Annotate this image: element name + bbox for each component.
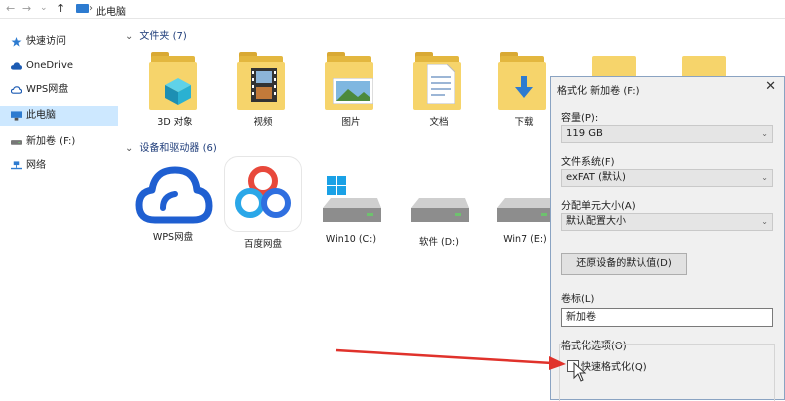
folder-icon xyxy=(413,50,465,110)
device-label: 软件 (D:) xyxy=(419,237,459,248)
sidebar-item-onedrive[interactable]: OneDrive xyxy=(0,56,118,76)
file-system-select[interactable]: exFAT (默认) ⌄ xyxy=(561,169,773,187)
volume-label-input[interactable]: 新加卷 xyxy=(561,308,773,327)
folder-icon xyxy=(498,50,550,110)
sidebar-item-label: 此电脑 xyxy=(26,110,56,121)
chevron-down-icon: ⌄ xyxy=(125,31,134,42)
sidebar-item-wps[interactable]: WPS网盘 xyxy=(0,80,118,100)
sidebar-item-label: OneDrive xyxy=(26,60,74,71)
file-system-value: exFAT (默认) xyxy=(566,172,626,183)
folder-label: 文档 xyxy=(429,117,449,128)
folder-icon xyxy=(325,50,377,110)
device-label: WPS网盘 xyxy=(152,232,194,243)
drive-icon xyxy=(11,140,22,145)
wps-cloud-icon xyxy=(11,86,22,94)
navigation-pane: 快速访问 OneDrive WPS网盘 此电脑 新加卷 (F:) 网络 xyxy=(0,19,118,400)
chevron-down-icon: ⌄ xyxy=(125,143,134,154)
folders-section-label: 文件夹 (7) xyxy=(139,31,187,42)
document-icon xyxy=(427,64,455,104)
annotation-arrow xyxy=(335,348,566,370)
mouse-cursor-icon xyxy=(573,362,587,382)
capacity-label: 容量(P): xyxy=(561,113,599,124)
sidebar-item-label: WPS网盘 xyxy=(26,84,69,95)
device-label: 百度网盘 xyxy=(243,239,282,250)
dialog-title: 格式化 新加卷 (F:) xyxy=(557,86,640,97)
folder-documents[interactable]: 文档 xyxy=(399,50,479,128)
chevron-down-icon: ⌄ xyxy=(761,173,768,182)
landscape-picture-icon xyxy=(333,78,373,104)
computer-icon xyxy=(76,4,89,13)
breadcrumb[interactable]: 此电脑 xyxy=(96,3,126,18)
back-button[interactable]: ← xyxy=(6,2,15,15)
sidebar-item-this-pc[interactable]: 此电脑 xyxy=(0,106,118,126)
drive-icon xyxy=(493,176,557,230)
format-dialog: 格式化 新加卷 (F:) ✕ 容量(P): 119 GB ⌄ 文件系统(F) e… xyxy=(550,76,785,401)
forward-button[interactable]: → xyxy=(22,2,31,15)
devices-section-label: 设备和驱动器 (6) xyxy=(139,143,217,154)
device-drive-d[interactable]: 软件 (D:) xyxy=(399,176,479,248)
devices-section-header[interactable]: ⌄ 设备和驱动器 (6) xyxy=(125,139,217,154)
system-drive-icon xyxy=(319,176,383,230)
file-system-label: 文件系统(F) xyxy=(561,157,615,168)
folder-icon xyxy=(149,50,201,110)
sidebar-item-label: 网络 xyxy=(26,160,46,171)
folder-label: 图片 xyxy=(341,117,361,128)
sidebar-item-network[interactable]: 网络 xyxy=(0,156,118,176)
folder-label: 3D 对象 xyxy=(157,117,193,128)
folder-pictures[interactable]: 图片 xyxy=(311,50,391,128)
device-drive-c[interactable]: Win10 (C:) xyxy=(311,176,391,245)
film-icon xyxy=(251,68,277,102)
allocation-size-label: 分配单元大小(A) xyxy=(561,201,636,212)
folder-icon xyxy=(237,50,289,110)
folder-videos[interactable]: 视频 xyxy=(223,50,303,128)
recent-locations-button[interactable]: ⌄ xyxy=(40,3,48,13)
volume-label-label: 卷标(L) xyxy=(561,294,595,305)
computer-icon xyxy=(11,111,22,121)
restore-defaults-button[interactable]: 还原设备的默认值(D) xyxy=(561,253,687,275)
allocation-size-value: 默认配置大小 xyxy=(566,216,626,227)
allocation-size-select[interactable]: 默认配置大小 ⌄ xyxy=(561,213,773,231)
folder-3d-objects[interactable]: 3D 对象 xyxy=(135,50,215,128)
wps-cloud-icon xyxy=(135,166,213,224)
chevron-down-icon: ⌄ xyxy=(761,217,768,226)
baidu-netdisk-icon xyxy=(224,156,302,232)
cloud-icon xyxy=(11,62,22,70)
sidebar-item-label: 新加卷 (F:) xyxy=(26,136,76,147)
sidebar-item-label: 快速访问 xyxy=(26,36,66,47)
breadcrumb-separator: › xyxy=(89,3,93,14)
3d-cube-icon xyxy=(165,78,191,105)
close-icon[interactable]: ✕ xyxy=(765,79,776,94)
capacity-value: 119 GB xyxy=(566,128,603,139)
up-button[interactable]: ↑ xyxy=(56,2,65,15)
star-icon xyxy=(11,37,22,47)
address-bar: ← → ⌄ ↑ › 此电脑 xyxy=(0,0,785,19)
folders-section-header[interactable]: ⌄ 文件夹 (7) xyxy=(125,27,187,42)
sidebar-item-drive-f[interactable]: 新加卷 (F:) xyxy=(0,132,118,152)
device-wps-cloud[interactable]: WPS网盘 xyxy=(133,160,213,243)
folder-label: 视频 xyxy=(253,117,273,128)
chevron-down-icon: ⌄ xyxy=(761,129,768,138)
network-icon xyxy=(11,161,22,170)
device-baidu-netdisk[interactable]: 百度网盘 xyxy=(223,156,303,250)
quick-format-label[interactable]: 快速格式化(Q) xyxy=(581,358,647,373)
folder-icon xyxy=(592,56,636,76)
drive-icon xyxy=(407,176,471,230)
device-label: Win10 (C:) xyxy=(325,234,377,245)
download-arrow-icon xyxy=(515,76,533,98)
sidebar-item-quick-access[interactable]: 快速访问 xyxy=(0,32,118,52)
capacity-select[interactable]: 119 GB ⌄ xyxy=(561,125,773,143)
folder-icon xyxy=(682,56,726,76)
